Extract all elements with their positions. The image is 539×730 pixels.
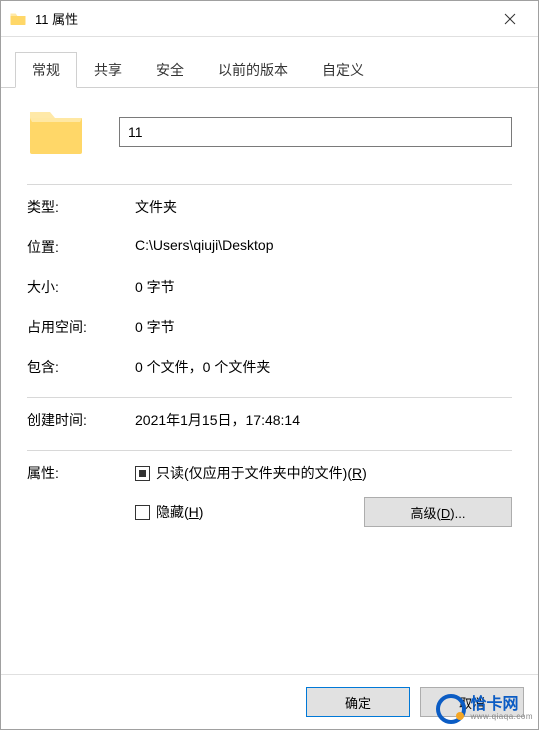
folder-name-input[interactable] bbox=[119, 117, 512, 147]
location-value: C:\Users\qiuji\Desktop bbox=[135, 237, 512, 253]
divider bbox=[27, 184, 512, 185]
ok-button[interactable]: 确定 bbox=[306, 687, 410, 717]
divider bbox=[27, 450, 512, 451]
contains-label: 包含: bbox=[27, 357, 135, 377]
dialog-footer: 确定 取消 bbox=[1, 674, 538, 729]
properties-dialog: 11 属性 常规 共享 安全 以前的版本 自定义 类型: 文件夹 位置: C:\… bbox=[0, 0, 539, 730]
contains-value: 0 个文件，0 个文件夹 bbox=[135, 357, 512, 377]
size-value: 0 字节 bbox=[135, 277, 512, 297]
tab-security[interactable]: 安全 bbox=[139, 52, 201, 88]
tab-custom[interactable]: 自定义 bbox=[305, 52, 381, 88]
diskspace-value: 0 字节 bbox=[135, 317, 512, 337]
divider bbox=[27, 397, 512, 398]
hidden-label: 隐藏(H) bbox=[156, 502, 203, 522]
hidden-checkbox-row[interactable]: 隐藏(H) bbox=[135, 502, 203, 522]
readonly-checkbox-row[interactable]: 只读(仅应用于文件夹中的文件)(R) bbox=[135, 463, 512, 483]
location-label: 位置: bbox=[27, 237, 135, 257]
cancel-button[interactable]: 取消 bbox=[420, 687, 524, 717]
readonly-checkbox[interactable] bbox=[135, 466, 150, 481]
folder-icon bbox=[9, 10, 27, 28]
tab-sharing[interactable]: 共享 bbox=[77, 52, 139, 88]
size-label: 大小: bbox=[27, 277, 135, 297]
folder-large-icon bbox=[27, 108, 85, 156]
type-value: 文件夹 bbox=[135, 197, 512, 217]
titlebar: 11 属性 bbox=[1, 1, 538, 37]
tab-previous-versions[interactable]: 以前的版本 bbox=[201, 52, 305, 88]
tab-content: 类型: 文件夹 位置: C:\Users\qiuji\Desktop 大小: 0… bbox=[1, 88, 538, 674]
hidden-checkbox[interactable] bbox=[135, 505, 150, 520]
window-title: 11 属性 bbox=[35, 9, 490, 28]
diskspace-label: 占用空间: bbox=[27, 317, 135, 337]
close-button[interactable] bbox=[490, 4, 530, 34]
readonly-label: 只读(仅应用于文件夹中的文件)(R) bbox=[156, 463, 367, 483]
created-value: 2021年1月15日，17:48:14 bbox=[135, 410, 512, 430]
attributes-label: 属性: bbox=[27, 463, 135, 483]
type-label: 类型: bbox=[27, 197, 135, 217]
advanced-button[interactable]: 高级(D)... bbox=[364, 497, 512, 527]
tab-bar: 常规 共享 安全 以前的版本 自定义 bbox=[1, 37, 538, 88]
created-label: 创建时间: bbox=[27, 410, 135, 430]
tab-general[interactable]: 常规 bbox=[15, 52, 77, 88]
